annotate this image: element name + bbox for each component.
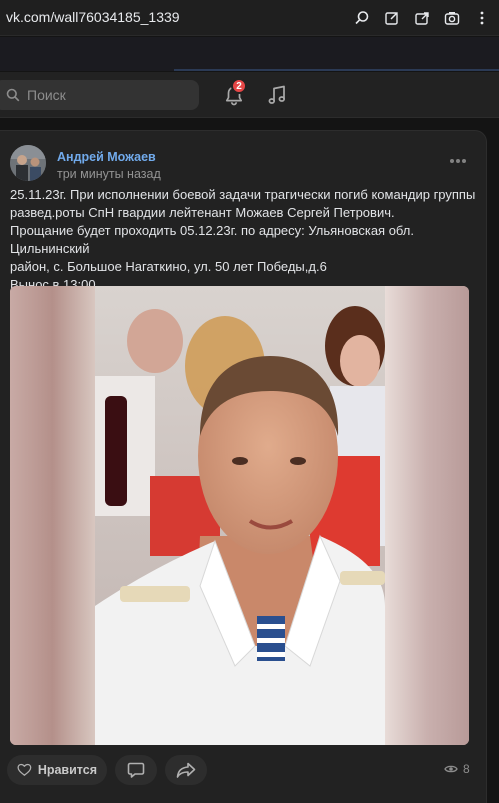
- screenshot-icon[interactable]: [441, 7, 463, 29]
- post-text-line: развед.роты СпН гвардии лейтенант Можаев…: [10, 205, 395, 220]
- post-actions: Нравится: [7, 755, 207, 785]
- browser-toolbar-icons: [351, 7, 493, 29]
- share-arrow-icon: [176, 762, 196, 778]
- views-count: 8: [463, 762, 470, 776]
- search-box[interactable]: [0, 80, 199, 110]
- tab-indicator: [174, 69, 499, 71]
- url-text[interactable]: vk.com/wall76034185_1339: [6, 9, 180, 25]
- post-author[interactable]: Андрей Можаев: [57, 150, 156, 164]
- comment-icon: [127, 762, 145, 778]
- views-counter: 8: [444, 762, 470, 776]
- vk-header: [0, 72, 499, 118]
- post-text-line: район, с. Большое Нагаткино, ул. 50 лет …: [10, 259, 327, 274]
- browser-tab-strip: [0, 37, 499, 71]
- notifications-badge: 2: [231, 78, 247, 94]
- wall-post: Андрей Можаев три минуты назад 25.11.23г…: [0, 130, 487, 803]
- post-text-line: 25.11.23г. При исполнении боевой задачи …: [10, 187, 476, 202]
- avatar[interactable]: [10, 145, 46, 181]
- search-icon[interactable]: [351, 7, 373, 29]
- browser-address-bar: vk.com/wall76034185_1339: [0, 0, 499, 36]
- post-time[interactable]: три минуты назад: [57, 167, 161, 181]
- like-button[interactable]: Нравится: [7, 755, 107, 785]
- share-icon[interactable]: [411, 7, 433, 29]
- more-icon[interactable]: [471, 7, 493, 29]
- search-icon: [6, 88, 20, 102]
- comment-button[interactable]: [115, 755, 157, 785]
- music-icon[interactable]: [265, 83, 289, 107]
- search-input[interactable]: [27, 87, 187, 103]
- edit-page-icon[interactable]: [381, 7, 403, 29]
- more-options-icon[interactable]: [448, 156, 468, 166]
- post-text: 25.11.23г. При исполнении боевой задачи …: [10, 186, 480, 294]
- eye-icon: [444, 765, 458, 773]
- post-text-line: Прощание будет проходить 05.12.23г. по а…: [10, 223, 414, 256]
- heart-icon: [17, 763, 32, 776]
- like-label: Нравится: [37, 763, 97, 777]
- share-button[interactable]: [165, 755, 207, 785]
- post-photo[interactable]: [10, 286, 469, 745]
